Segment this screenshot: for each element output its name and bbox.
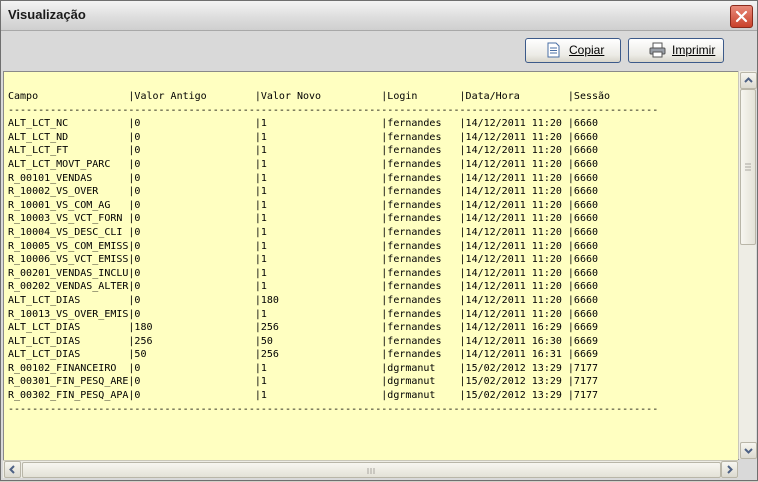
report-row: R_00302_FIN_PESQ_APA|0 |1 |dgrmanut |15/… — [8, 390, 599, 402]
toolbar: Copiar Imprimir — [1, 31, 757, 70]
vertical-scrollbar[interactable] — [738, 71, 757, 459]
report-row: R_10002_VS_OVER |0 |1 |fernandes |14/12/… — [8, 186, 599, 198]
print-button-label: Imprimir — [672, 43, 716, 57]
report-header: Campo |Valor Antigo |Valor Novo |Login |… — [8, 91, 611, 102]
report-row: R_00202_VENDAS_ALTER|0 |1 |fernandes |14… — [8, 281, 599, 293]
horizontal-scrollbar[interactable] — [3, 460, 738, 478]
chevron-right-icon — [727, 465, 733, 474]
chevron-up-icon — [744, 77, 753, 83]
report-row: R_10006_VS_VCT_EMISS|0 |1 |fernandes |14… — [8, 254, 599, 266]
chevron-left-icon — [9, 465, 15, 474]
scroll-up-button[interactable] — [740, 72, 757, 89]
report-row: R_10013_VS_OVER_EMIS|0 |1 |fernandes |14… — [8, 308, 599, 320]
title-bar[interactable]: Visualização — [1, 1, 757, 31]
scroll-down-button[interactable] — [740, 442, 757, 459]
grip-icon — [367, 468, 375, 474]
report-row: ALT_LCT_NC |0 |1 |fernandes |14/12/2011 … — [8, 118, 599, 130]
printer-icon — [649, 42, 666, 58]
report-row: R_00201_VENDAS_INCLU|0 |1 |fernandes |14… — [8, 267, 599, 279]
report-row: ALT_LCT_MOVT_PARC |0 |1 |fernandes |14/1… — [8, 158, 599, 170]
report-text: Campo |Valor Antigo |Valor Novo |Login |… — [8, 90, 658, 416]
window-title: Visualização — [8, 7, 86, 22]
chevron-down-icon — [744, 448, 753, 454]
print-button[interactable]: Imprimir — [628, 38, 724, 63]
copy-button-label: Copiar — [569, 43, 605, 57]
scroll-corner — [738, 460, 755, 478]
close-button[interactable] — [730, 5, 753, 28]
preview-window: Visualização Copiar Imprimir Campo |Valo… — [0, 0, 758, 481]
vertical-scroll-thumb[interactable] — [740, 89, 756, 245]
report-row: R_00101_VENDAS |0 |1 |fernandes |14/12/2… — [8, 172, 599, 184]
report-row: ALT_LCT_DIAS |256 |50 |fernandes |14/12/… — [8, 335, 599, 347]
report-row: R_00102_FINANCEIRO |0 |1 |dgrmanut |15/0… — [8, 362, 599, 374]
report-row: R_10005_VS_COM_EMISS|0 |1 |fernandes |14… — [8, 240, 599, 252]
horizontal-scroll-thumb[interactable] — [22, 462, 721, 478]
report-view[interactable]: Campo |Valor Antigo |Valor Novo |Login |… — [3, 71, 739, 461]
report-separator-top: ----------------------------------------… — [8, 104, 659, 116]
report-row: ALT_LCT_FT |0 |1 |fernandes |14/12/2011 … — [8, 145, 599, 157]
report-separator-bottom: ----------------------------------------… — [8, 403, 659, 415]
scroll-left-button[interactable] — [4, 461, 21, 478]
copy-button[interactable]: Copiar — [525, 38, 621, 63]
report-row: ALT_LCT_DIAS |50 |256 |fernandes |14/12/… — [8, 349, 599, 361]
grip-icon — [745, 163, 751, 171]
report-row: ALT_LCT_ND |0 |1 |fernandes |14/12/2011 … — [8, 131, 599, 143]
report-row: ALT_LCT_DIAS |0 |180 |fernandes |14/12/2… — [8, 294, 599, 306]
report-row: R_00301_FIN_PESQ_ARE|0 |1 |dgrmanut |15/… — [8, 376, 599, 388]
document-icon — [547, 42, 560, 58]
scroll-right-button[interactable] — [721, 461, 738, 478]
report-row: R_10001_VS_COM_AG |0 |1 |fernandes |14/1… — [8, 199, 599, 211]
close-icon — [735, 10, 748, 23]
report-row: ALT_LCT_DIAS |180 |256 |fernandes |14/12… — [8, 322, 599, 334]
report-rows: ALT_LCT_NC |0 |1 |fernandes |14/12/2011 … — [8, 118, 598, 401]
report-row: R_10004_VS_DESC_CLI |0 |1 |fernandes |14… — [8, 226, 599, 238]
report-row: R_10003_VS_VCT_FORN |0 |1 |fernandes |14… — [8, 213, 599, 225]
